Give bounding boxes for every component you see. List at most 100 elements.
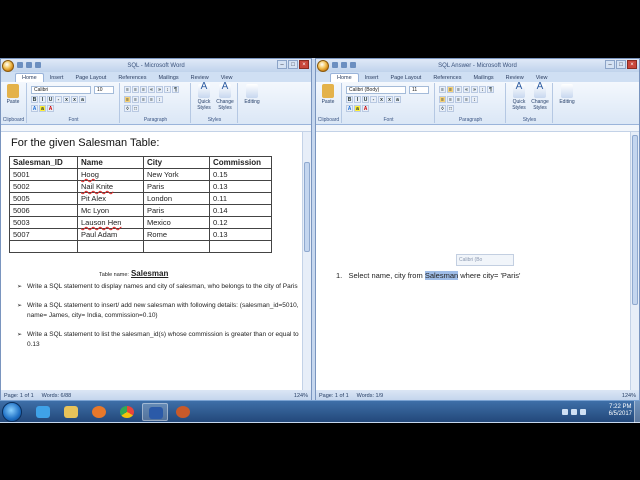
tab-review[interactable]: Review [185, 74, 215, 82]
tab-insert[interactable]: Insert [44, 74, 70, 82]
italic-icon[interactable]: I [354, 96, 361, 103]
font-color-icon[interactable]: A [362, 105, 369, 112]
tab-references[interactable]: References [427, 74, 467, 82]
multilevel-list-icon[interactable]: ≡ [140, 86, 147, 93]
tray-arrow-icon[interactable] [562, 409, 568, 415]
align-right-icon[interactable]: ≡ [455, 96, 462, 103]
bold-icon[interactable]: B [346, 96, 353, 103]
show-desktop-button[interactable] [634, 401, 640, 423]
tab-review[interactable]: Review [500, 74, 530, 82]
taskbar-explorer[interactable] [58, 403, 84, 421]
increase-indent-icon[interactable]: » [156, 86, 163, 93]
line-spacing-icon[interactable]: ↕ [471, 96, 478, 103]
change-case-icon[interactable]: a [394, 96, 401, 103]
tab-mailings[interactable]: Mailings [467, 74, 499, 82]
strikethrough-icon[interactable]: - [370, 96, 377, 103]
minimize-button[interactable]: – [605, 60, 615, 69]
minimize-button[interactable]: – [277, 60, 287, 69]
align-center-icon[interactable]: ≡ [447, 96, 454, 103]
paste-button[interactable]: Paste [4, 84, 22, 105]
document-page[interactable]: Calibri (Bo 1. Select name, city from Sa… [316, 132, 630, 390]
taskbar-chrome[interactable] [114, 403, 140, 421]
word-count[interactable]: Words: 6/88 [42, 393, 72, 399]
font-color-icon[interactable]: A [47, 105, 54, 112]
borders-icon[interactable]: □ [447, 105, 454, 112]
zoom-level[interactable]: 124% [294, 393, 308, 399]
highlight-icon[interactable]: a [39, 105, 46, 112]
change-styles-button[interactable]: A Change Styles [531, 82, 549, 112]
scroll-thumb[interactable] [632, 135, 638, 305]
vertical-scrollbar[interactable] [302, 132, 311, 390]
document-page[interactable]: For the given Salesman Table: Salesman_I… [1, 132, 302, 390]
page-count[interactable]: Page: 1 of 1 [4, 393, 34, 399]
tab-insert[interactable]: Insert [359, 74, 385, 82]
align-right-icon[interactable]: ≡ [140, 96, 147, 103]
save-icon[interactable] [17, 62, 23, 68]
font-size-combo[interactable]: 10 [94, 86, 114, 94]
font-size-combo[interactable]: 11 [409, 86, 429, 94]
sort-icon[interactable]: ↕ [479, 86, 486, 93]
decrease-indent-icon[interactable]: « [148, 86, 155, 93]
line-spacing-icon[interactable]: ↕ [156, 96, 163, 103]
superscript-icon[interactable]: x [71, 96, 78, 103]
save-icon[interactable] [332, 62, 338, 68]
editing-button[interactable]: Editing [243, 84, 261, 105]
page-count[interactable]: Page: 1 of 1 [319, 393, 349, 399]
taskbar-app[interactable] [170, 403, 196, 421]
bold-icon[interactable]: B [31, 96, 38, 103]
horizontal-ruler[interactable] [1, 125, 311, 132]
selected-text[interactable]: Salesman [424, 271, 459, 280]
maximize-button[interactable]: □ [616, 60, 626, 69]
change-case-icon[interactable]: a [79, 96, 86, 103]
align-left-icon[interactable]: ≡ [439, 96, 446, 103]
quick-styles-button[interactable]: A Quick Styles [510, 82, 528, 112]
multilevel-list-icon[interactable]: ≡ [455, 86, 462, 93]
tab-page-layout[interactable]: Page Layout [384, 74, 427, 82]
text-effects-icon[interactable]: A [31, 105, 38, 112]
word-count[interactable]: Words: 1/9 [357, 393, 384, 399]
shading-icon[interactable]: ◊ [439, 105, 446, 112]
clock[interactable]: 7:22 PM 6/5/2017 [609, 404, 632, 418]
show-marks-icon[interactable]: ¶ [172, 86, 179, 93]
taskbar-firefox[interactable] [86, 403, 112, 421]
zoom-level[interactable]: 124% [622, 393, 636, 399]
start-button[interactable] [2, 402, 22, 422]
justify-icon[interactable]: ≡ [463, 96, 470, 103]
network-icon[interactable] [571, 409, 577, 415]
tab-mailings[interactable]: Mailings [152, 74, 184, 82]
numbering-icon[interactable]: ≡ [132, 86, 139, 93]
shading-icon[interactable]: ◊ [124, 105, 131, 112]
redo-icon[interactable] [350, 62, 356, 68]
underline-icon[interactable]: U [362, 96, 369, 103]
office-button[interactable] [317, 60, 329, 72]
taskbar-word[interactable] [142, 403, 168, 421]
font-name-combo[interactable]: Calibri [31, 86, 91, 94]
horizontal-ruler[interactable] [316, 125, 639, 132]
highlight-icon[interactable]: a [354, 105, 361, 112]
bullets-icon[interactable]: ≡ [439, 86, 446, 93]
font-name-combo[interactable]: Calibri (Body) [346, 86, 406, 94]
redo-icon[interactable] [35, 62, 41, 68]
borders-icon[interactable]: □ [132, 105, 139, 112]
tab-home[interactable]: Home [15, 73, 44, 82]
tab-page-layout[interactable]: Page Layout [69, 74, 112, 82]
taskbar-ie[interactable] [30, 403, 56, 421]
decrease-indent-icon[interactable]: « [463, 86, 470, 93]
text-effects-icon[interactable]: A [346, 105, 353, 112]
undo-icon[interactable] [26, 62, 32, 68]
change-styles-button[interactable]: A Change Styles [216, 82, 234, 112]
justify-icon[interactable]: ≡ [148, 96, 155, 103]
close-button[interactable]: × [627, 60, 637, 69]
tab-references[interactable]: References [112, 74, 152, 82]
undo-icon[interactable] [341, 62, 347, 68]
numbering-icon[interactable]: ≡ [447, 86, 454, 93]
show-marks-icon[interactable]: ¶ [487, 86, 494, 93]
volume-icon[interactable] [580, 409, 586, 415]
increase-indent-icon[interactable]: » [471, 86, 478, 93]
bullets-icon[interactable]: ≡ [124, 86, 131, 93]
mini-toolbar[interactable]: Calibri (Bo [456, 254, 514, 266]
italic-icon[interactable]: I [39, 96, 46, 103]
subscript-icon[interactable]: x [63, 96, 70, 103]
underline-icon[interactable]: U [47, 96, 54, 103]
scroll-thumb[interactable] [304, 162, 310, 252]
